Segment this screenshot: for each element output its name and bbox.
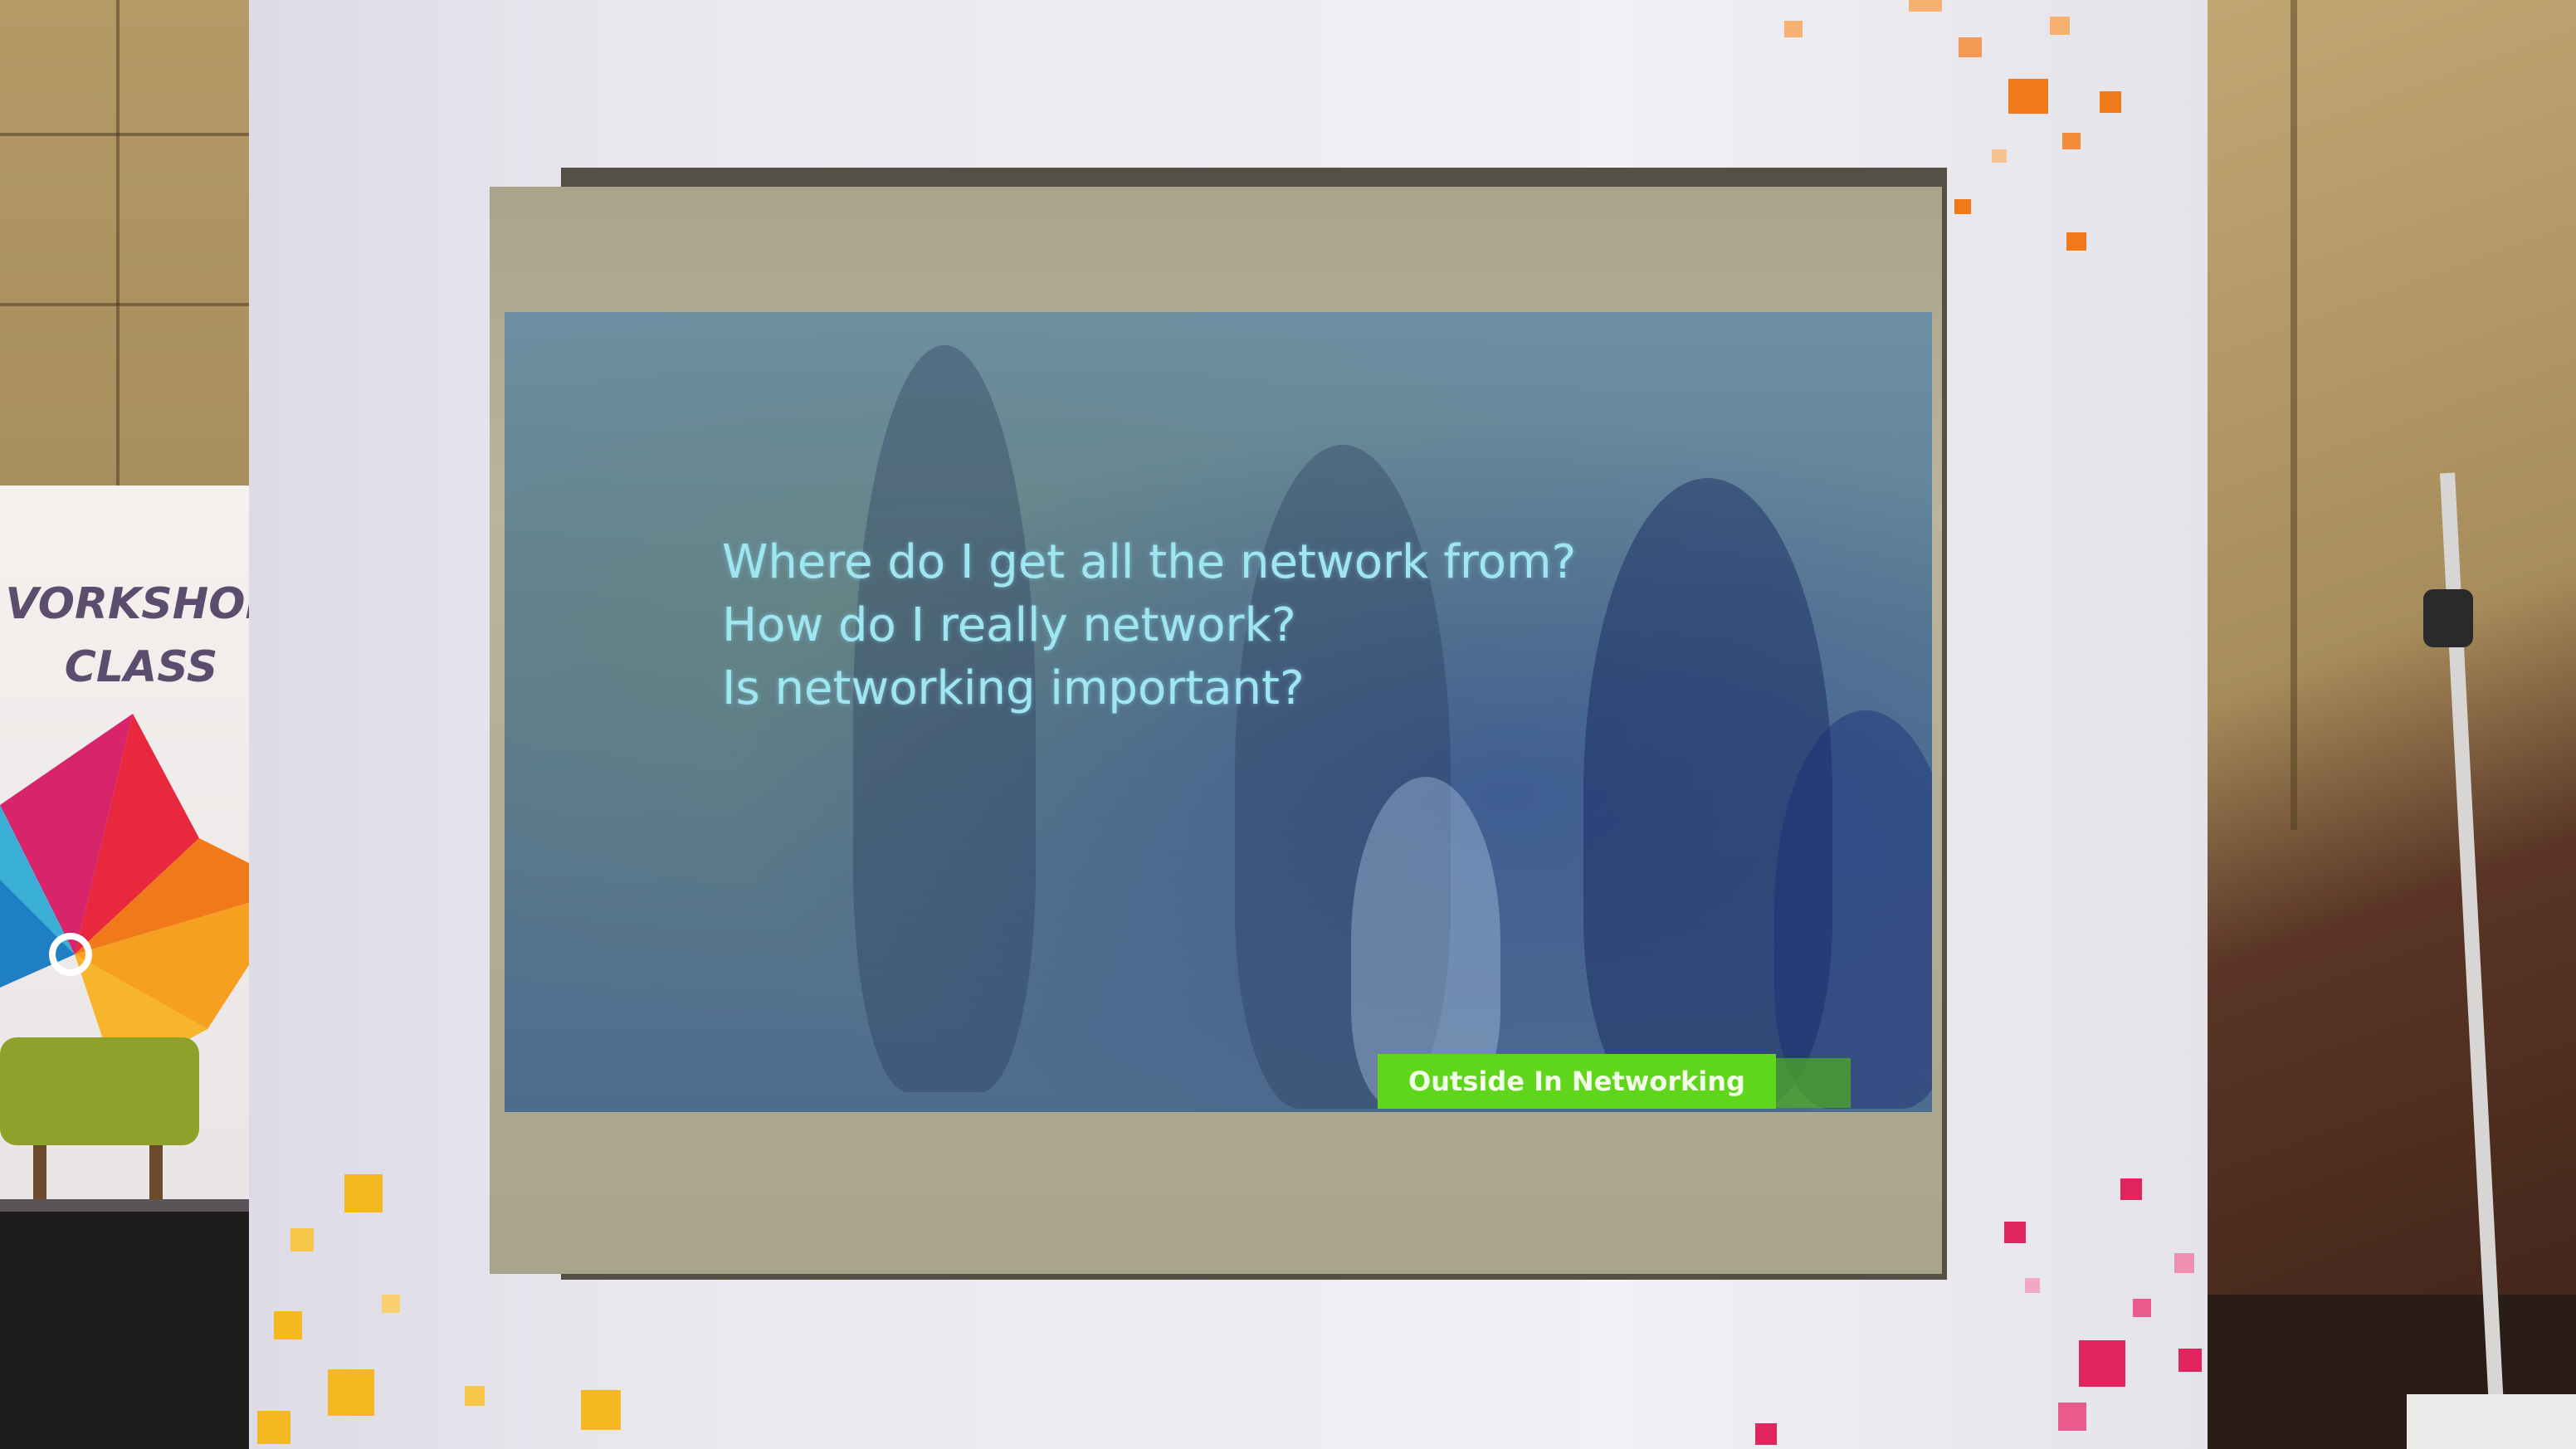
banner-title-line1: VORKSHOP <box>5 579 277 629</box>
slide-tag: Outside In Networking <box>1378 1054 1776 1109</box>
banner-title-line2: CLASS <box>64 642 218 692</box>
slide-tag-tail <box>1776 1058 1851 1108</box>
side-table <box>2407 1394 2576 1449</box>
stage-edge <box>0 1212 266 1449</box>
camera <box>2423 589 2473 647</box>
slide-question-3: Is networking important? <box>722 661 1305 715</box>
slide-question-2: How do I really network? <box>722 598 1296 652</box>
green-chair <box>0 1037 199 1145</box>
banner-title: VORKSHOP CLASS <box>0 573 282 699</box>
slide-questions: Where do I get all the network from? How… <box>722 531 1718 720</box>
slide-question-1: Where do I get all the network from? <box>722 535 1577 589</box>
